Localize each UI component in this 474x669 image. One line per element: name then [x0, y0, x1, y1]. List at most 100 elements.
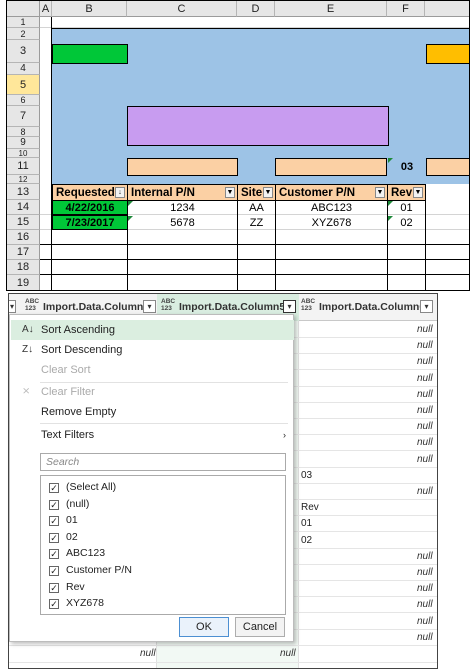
filter-dropdown-icon[interactable]: ▼: [225, 187, 235, 198]
checkbox-checked-icon[interactable]: ✓: [49, 516, 59, 527]
filter-list-item[interactable]: ✓ Customer P/N: [49, 562, 132, 579]
cell-column6[interactable]: null: [417, 616, 433, 627]
cell-column6[interactable]: null: [417, 583, 433, 594]
row-header[interactable]: 16: [7, 230, 40, 245]
filter-dropdown-icon[interactable]: ▾: [283, 300, 296, 313]
cell-column6[interactable]: null: [417, 454, 433, 465]
cell-customer-pn[interactable]: XYZ678: [276, 216, 387, 230]
header-customer-pn[interactable]: Customer P/N ▼: [275, 184, 388, 201]
checkbox-checked-icon[interactable]: ✓: [49, 483, 59, 493]
cell-site[interactable]: AA: [238, 201, 275, 215]
cell-requested-date[interactable]: 7/23/2017: [52, 215, 128, 230]
cell-column4[interactable]: null: [140, 648, 156, 659]
cell-column6[interactable]: 02: [301, 535, 312, 546]
remove-empty-item[interactable]: Remove Empty: [11, 402, 294, 422]
filter-list-item[interactable]: ✓ (null): [49, 496, 89, 513]
cell-column6[interactable]: null: [417, 324, 433, 335]
row-header[interactable]: 10: [7, 149, 40, 158]
cell-column6[interactable]: null: [417, 437, 433, 448]
column-header-e[interactable]: E: [275, 1, 387, 17]
cell-column6[interactable]: null: [417, 356, 433, 367]
row-header[interactable]: 9: [7, 137, 40, 149]
checkbox-checked-icon[interactable]: ✓: [49, 532, 59, 543]
filter-dropdown-icon[interactable]: ▼: [263, 187, 273, 198]
checkbox-checked-icon[interactable]: ✓: [49, 582, 59, 593]
row-header[interactable]: 8: [7, 127, 40, 137]
row-header[interactable]: 6: [7, 95, 40, 106]
cell-column6[interactable]: null: [417, 567, 433, 578]
row-header[interactable]: 4: [7, 63, 40, 75]
column-header-d[interactable]: D: [237, 1, 275, 17]
cell-requested-date[interactable]: 4/22/2016: [52, 200, 128, 215]
cell-internal-pn[interactable]: 1234: [128, 201, 237, 215]
filter-dropdown-icon[interactable]: ▾: [420, 300, 433, 313]
sort-filter-icon[interactable]: ↓: [115, 187, 125, 198]
cell-column6[interactable]: null: [417, 421, 433, 432]
row-header[interactable]: 17: [7, 245, 40, 260]
cancel-button[interactable]: Cancel: [235, 617, 285, 637]
orange-shape[interactable]: [426, 44, 469, 64]
cell-column6[interactable]: 03: [301, 470, 312, 481]
row-header[interactable]: 2: [7, 28, 40, 40]
cell-column6[interactable]: null: [417, 599, 433, 610]
filter-list-item[interactable]: ✓ 02: [49, 529, 78, 546]
column-header-a[interactable]: A: [40, 1, 52, 17]
filter-list-item[interactable]: ✓ Rev: [49, 579, 85, 596]
search-input[interactable]: Search: [40, 453, 286, 471]
sort-descending-item[interactable]: Z↓ Sort Descending: [11, 340, 294, 360]
row-header[interactable]: 13: [7, 184, 40, 200]
checkbox-checked-icon[interactable]: ✓: [49, 599, 59, 610]
header-requested[interactable]: Requested ↓: [52, 184, 128, 201]
peach-box-e11[interactable]: [275, 158, 387, 176]
filter-list-item[interactable]: ✓ ABC123: [49, 545, 105, 562]
row-header[interactable]: 19: [7, 275, 40, 290]
column-header-c[interactable]: C: [127, 1, 237, 17]
cell-column5[interactable]: null: [280, 648, 296, 659]
text-filters-item[interactable]: Text Filters ›: [11, 425, 294, 445]
cell-column6[interactable]: 01: [301, 518, 312, 529]
peach-box-c11[interactable]: [127, 158, 238, 176]
filter-list-item[interactable]: ✓ 01: [49, 512, 78, 529]
cell-internal-pn[interactable]: 5678: [128, 216, 237, 230]
checkbox-checked-icon[interactable]: ✓: [49, 499, 59, 510]
column-header-b[interactable]: B: [52, 1, 127, 17]
cell-f11[interactable]: 03: [389, 160, 425, 174]
row-header[interactable]: 14: [7, 200, 40, 215]
row-header[interactable]: 3: [7, 40, 40, 63]
filter-dropdown-icon[interactable]: ▾: [143, 300, 156, 313]
checkbox-checked-icon[interactable]: ✓: [49, 566, 59, 576]
row-header[interactable]: 1: [7, 17, 40, 28]
cell-site[interactable]: ZZ: [238, 216, 275, 230]
cell-column6[interactable]: null: [417, 551, 433, 562]
row-header[interactable]: 5: [7, 75, 40, 95]
cell-column6[interactable]: Rev: [301, 502, 319, 513]
sort-ascending-item[interactable]: A↓ Sort Ascending: [11, 320, 294, 340]
row-header[interactable]: 18: [7, 260, 40, 275]
green-shape[interactable]: [52, 44, 128, 64]
column-header-f[interactable]: F: [387, 1, 425, 17]
row-header[interactable]: 7: [7, 106, 40, 127]
header-internal-pn[interactable]: Internal P/N ▼: [127, 184, 238, 201]
cell-column6[interactable]: null: [417, 340, 433, 351]
purple-shape[interactable]: [127, 106, 389, 146]
checkbox-checked-icon[interactable]: ✓: [49, 549, 59, 560]
cell-column6[interactable]: null: [417, 389, 433, 400]
cell-customer-pn[interactable]: ABC123: [276, 201, 387, 215]
row-header[interactable]: 15: [7, 215, 40, 230]
cell-column6[interactable]: null: [417, 405, 433, 416]
filter-dropdown-icon[interactable]: ▾: [9, 300, 16, 313]
filter-dropdown-icon[interactable]: ▼: [413, 187, 423, 198]
cell-column6[interactable]: null: [417, 632, 433, 643]
cell-rev[interactable]: 01: [388, 201, 425, 215]
row-header[interactable]: 11: [7, 158, 40, 175]
filter-list-item[interactable]: ✓ (Select All): [49, 479, 116, 496]
ok-button[interactable]: OK: [179, 617, 229, 637]
cell-rev[interactable]: 02: [388, 216, 425, 230]
header-rev[interactable]: Rev ▼: [387, 184, 426, 201]
cell-column6[interactable]: null: [417, 486, 433, 497]
select-all-corner[interactable]: [7, 1, 40, 17]
filter-dropdown-icon[interactable]: ▼: [375, 187, 385, 198]
row-header[interactable]: 12: [7, 175, 40, 184]
header-site[interactable]: Site ▼: [237, 184, 276, 201]
filter-list-item[interactable]: ✓ XYZ678: [49, 595, 104, 612]
